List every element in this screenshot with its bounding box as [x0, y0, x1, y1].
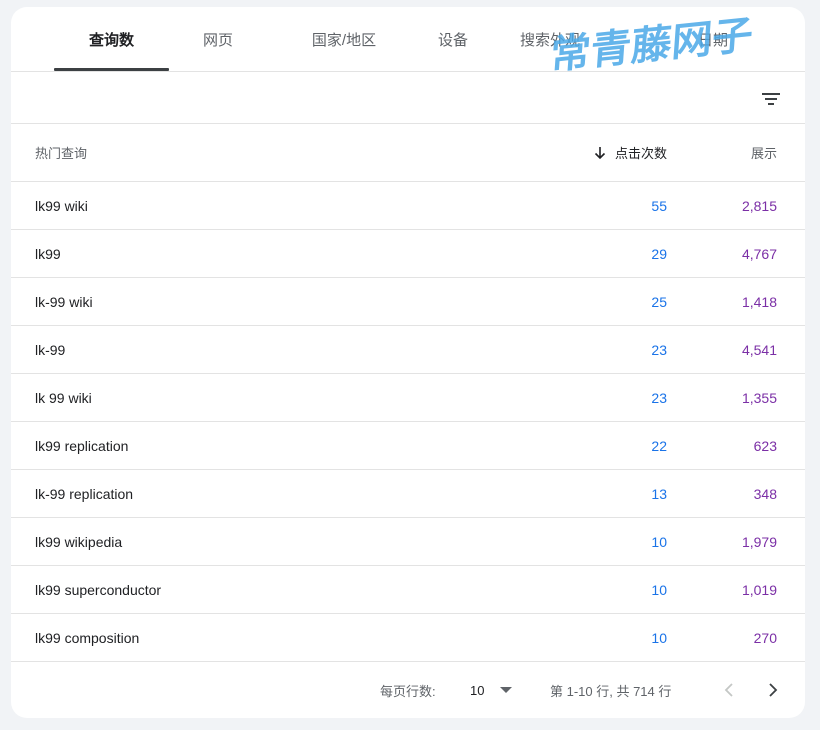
table-row[interactable]: lk99 replication 22 623 — [11, 422, 805, 470]
tab-pages[interactable]: 网页 — [181, 7, 255, 71]
rows-per-page-label: 每页行数: — [380, 683, 436, 699]
chevron-right-icon — [769, 683, 778, 697]
active-tab-indicator — [54, 68, 169, 71]
query-cell: lk 99 wiki — [35, 389, 92, 406]
performance-card: 查询数 网页 国家/地区 设备 搜索外观 日期 常青藤网子 热门查询 点击次数 … — [11, 7, 805, 718]
clicks-cell: 22 — [651, 437, 667, 454]
clicks-cell: 55 — [651, 197, 667, 214]
clicks-cell: 23 — [651, 389, 667, 406]
clicks-cell: 13 — [651, 485, 667, 502]
tab-search-appearance[interactable]: 搜索外观 — [520, 7, 630, 71]
header-clicks[interactable]: 点击次数 — [593, 124, 667, 181]
impressions-cell: 1,979 — [741, 533, 777, 550]
table-row[interactable]: lk99 composition 10 270 — [11, 614, 805, 662]
dimension-tabs: 查询数 网页 国家/地区 设备 搜索外观 日期 — [11, 7, 805, 72]
impressions-cell: 4,541 — [741, 341, 777, 358]
impressions-cell: 1,418 — [741, 293, 777, 310]
next-page-button[interactable] — [759, 676, 787, 704]
table-row[interactable]: lk99 superconductor 10 1,019 — [11, 566, 805, 614]
table-row[interactable]: lk-99 replication 13 348 — [11, 470, 805, 518]
chevron-left-icon — [724, 683, 733, 697]
query-cell: lk-99 wiki — [35, 293, 93, 310]
tab-devices[interactable]: 设备 — [423, 7, 483, 71]
clicks-cell: 29 — [651, 245, 667, 262]
tab-dates[interactable]: 日期 — [687, 7, 739, 71]
query-cell: lk99 wikipedia — [35, 533, 123, 550]
dropdown-arrow-icon — [500, 687, 513, 693]
query-cell: lk99 wiki — [35, 197, 88, 214]
impressions-cell: 270 — [753, 629, 777, 646]
clicks-cell: 10 — [651, 533, 667, 550]
table-body: lk99 wiki 55 2,815 lk99 29 4,767 lk-99 w… — [11, 182, 805, 662]
impressions-cell: 1,019 — [741, 581, 777, 598]
query-cell: lk99 composition — [35, 629, 140, 646]
filter-bar — [11, 72, 805, 124]
clicks-cell: 25 — [651, 293, 667, 310]
impressions-cell: 1,355 — [741, 389, 777, 406]
rows-per-page-value: 10 — [470, 682, 485, 698]
table-row[interactable]: lk99 wiki 55 2,815 — [11, 182, 805, 230]
clicks-cell: 10 — [651, 581, 667, 598]
header-top-queries[interactable]: 热门查询 — [35, 124, 87, 181]
query-cell: lk99 superconductor — [35, 581, 162, 598]
impressions-cell: 623 — [753, 437, 777, 454]
table-header: 热门查询 点击次数 展示 — [11, 124, 805, 182]
query-cell: lk99 replication — [35, 437, 129, 454]
impressions-cell: 2,815 — [741, 197, 777, 214]
clicks-cell: 23 — [651, 341, 667, 358]
arrow-downward-icon — [594, 146, 606, 159]
rows-per-page-select[interactable]: 10 — [470, 662, 513, 718]
header-clicks-label: 点击次数 — [614, 146, 667, 161]
impressions-cell: 348 — [753, 485, 777, 502]
query-cell: lk-99 replication — [35, 485, 134, 502]
table-row[interactable]: lk99 29 4,767 — [11, 230, 805, 278]
query-cell: lk-99 — [35, 341, 66, 358]
clicks-cell: 10 — [651, 629, 667, 646]
filter-button[interactable] — [757, 85, 785, 113]
table-row[interactable]: lk99 wikipedia 10 1,979 — [11, 518, 805, 566]
previous-page-button[interactable] — [715, 676, 743, 704]
table-row[interactable]: lk-99 wiki 25 1,418 — [11, 278, 805, 326]
tab-queries[interactable]: 查询数 — [54, 7, 169, 71]
impressions-cell: 4,767 — [741, 245, 777, 262]
pagination-footer: 每页行数: 10 第 1-10 行, 共 714 行 — [11, 662, 805, 718]
filter-list-icon — [762, 93, 780, 105]
table-row[interactable]: lk 99 wiki 23 1,355 — [11, 374, 805, 422]
header-impressions[interactable]: 展示 — [751, 124, 777, 181]
tab-countries[interactable]: 国家/地区 — [286, 7, 402, 71]
pagination-range: 第 1-10 行, 共 714 行 — [550, 683, 672, 699]
table-row[interactable]: lk-99 23 4,541 — [11, 326, 805, 374]
query-cell: lk99 — [35, 245, 61, 262]
